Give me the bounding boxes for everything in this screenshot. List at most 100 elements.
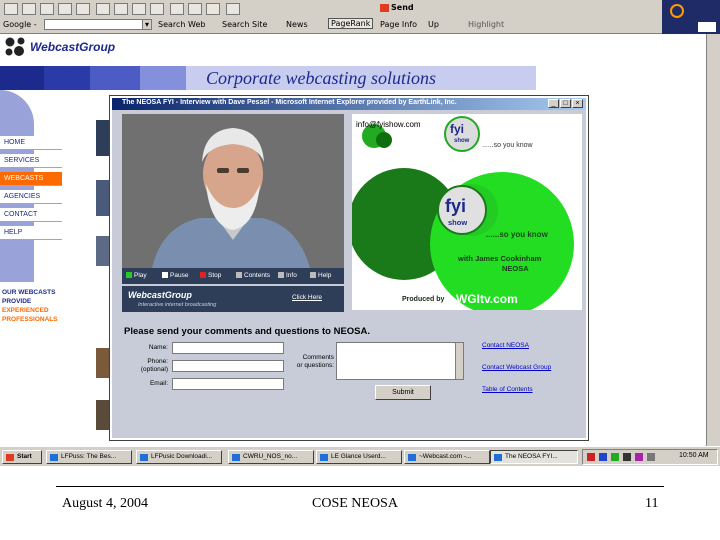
print-icon[interactable] [170, 3, 184, 15]
browser-toolbar: Send Google - ▾ Search Web Search Site N… [0, 0, 662, 34]
nav-item-agencies[interactable]: AGENCIES [0, 190, 62, 204]
contact-webcast-group-link[interactable]: Contact Webcast Group [482, 364, 551, 371]
windows-taskbar: Start LFPuss: The Bes... LFPusic Download… [0, 446, 720, 466]
favorites-icon[interactable] [114, 3, 128, 15]
submit-button[interactable]: Submit [375, 385, 431, 400]
taskbar-task-button[interactable]: LFPusic Downloadi... [136, 450, 222, 464]
comments-textarea[interactable] [336, 342, 464, 380]
promo-text: OUR WEBCASTS PROVIDE EXPERIENCED PROFESS… [2, 288, 58, 324]
news-label: News [286, 20, 308, 29]
tagline-large: ......so you know [486, 230, 548, 239]
tray-icon[interactable] [599, 453, 607, 461]
google-toolbar-label[interactable]: Google - [3, 20, 37, 29]
tray-icon[interactable] [623, 453, 631, 461]
nav-item-help[interactable]: HELP [0, 226, 62, 240]
banner-ad-link[interactable]: Click Here [292, 294, 322, 301]
tray-icon[interactable] [587, 453, 595, 461]
news-button[interactable]: News [286, 20, 308, 29]
search-site-button[interactable]: Search Site [222, 20, 267, 29]
taskbar-task-button[interactable]: The NEOSA FYI... [490, 450, 578, 464]
back-icon[interactable] [4, 3, 18, 15]
email-label: Email: [149, 380, 168, 387]
control-label: Pause [170, 272, 189, 279]
page-scrollbar[interactable] [706, 34, 720, 446]
producer-logo[interactable]: WGItv.com [456, 292, 518, 306]
promo-line: EXPERIENCED [2, 307, 49, 314]
help-icon [310, 272, 316, 279]
nav-item-home[interactable]: HOME [0, 136, 62, 150]
start-button[interactable]: Start [2, 450, 42, 464]
video-player[interactable] [122, 114, 344, 268]
control-label: Play [134, 272, 147, 279]
nav-item-contact[interactable]: CONTACT [0, 208, 62, 222]
phone-field[interactable] [172, 360, 284, 372]
play-button[interactable]: Play [126, 270, 147, 282]
google-dropdown-button[interactable]: ▾ [142, 19, 152, 30]
taskbar-task-button[interactable]: LFPuss: The Bes... [46, 450, 132, 464]
slide-page-number: 11 [645, 496, 659, 511]
page-thumbnail [96, 120, 110, 156]
webcastgroup-logo-text[interactable]: WebcastGroup [30, 40, 115, 54]
highlight-label: Highlight [468, 20, 505, 29]
messenger-icon[interactable] [226, 3, 240, 15]
page-info-label: Page Info [380, 20, 418, 29]
google-search-input[interactable] [44, 19, 148, 30]
popup-titlebar[interactable]: The NEOSA FYI - Interview with Dave Pess… [112, 98, 586, 110]
email-field[interactable] [172, 378, 284, 390]
taskbar-task-button[interactable]: ~Webcast.com -... [404, 450, 490, 464]
table-of-contents-link[interactable]: Table of Contents [482, 386, 533, 393]
system-tray: 10:50 AM [582, 449, 718, 465]
host-line-2: NEOSA [502, 264, 529, 273]
questions-label: or questions: [296, 362, 334, 369]
pause-button[interactable]: Pause [162, 270, 188, 282]
send-button[interactable]: Send [380, 3, 414, 12]
stop-icon[interactable] [40, 3, 54, 15]
home-icon[interactable] [76, 3, 90, 15]
tray-icon[interactable] [611, 453, 619, 461]
name-field[interactable] [172, 342, 284, 354]
contents-button[interactable]: Contents [236, 270, 270, 282]
tray-icon[interactable] [647, 453, 655, 461]
stop-button[interactable]: Stop [200, 270, 221, 282]
window-corner [698, 22, 716, 32]
tray-icon[interactable] [635, 453, 643, 461]
app-icon [408, 454, 416, 461]
pagerank-indicator[interactable]: PageRank [328, 18, 374, 29]
webcastgroup-banner-ad[interactable]: WebcastGroup Interactive internet broadc… [122, 286, 344, 312]
fyi-logo-large: fyi [445, 196, 467, 216]
nav-item-webcasts[interactable]: WEBCASTS [0, 172, 62, 186]
search-web-button[interactable]: Search Web [158, 20, 205, 29]
maximize-button[interactable]: □ [560, 99, 571, 108]
close-button[interactable]: × [572, 99, 583, 108]
nav-item-services[interactable]: SERVICES [0, 154, 62, 168]
banner-block [44, 66, 90, 90]
edit-icon[interactable] [188, 3, 202, 15]
minimize-button[interactable]: _ [548, 99, 559, 108]
banner-block [0, 66, 44, 90]
nav-decor [0, 90, 34, 282]
textarea-scrollbar[interactable] [455, 343, 463, 379]
history-icon[interactable] [132, 3, 146, 15]
contact-neosa-link[interactable]: Contact NEOSA [482, 342, 529, 349]
forward-icon[interactable] [22, 3, 36, 15]
up-button[interactable]: Up [428, 20, 439, 29]
taskbar-task-button[interactable]: CWRU_NOS_no... [228, 450, 314, 464]
info-icon [278, 272, 284, 279]
task-label: ~Webcast.com -... [419, 453, 472, 460]
info-button[interactable]: Info [278, 270, 297, 282]
refresh-icon[interactable] [58, 3, 72, 15]
task-label: LE Glance Userd... [331, 453, 386, 460]
help-button[interactable]: Help [310, 270, 331, 282]
discuss-icon[interactable] [206, 3, 220, 15]
show-label-small: show [454, 138, 470, 144]
slide-footer-title: COSE NEOSA [312, 496, 398, 511]
mail-icon[interactable] [150, 3, 164, 15]
search-icon[interactable] [96, 3, 110, 15]
taskbar-task-button[interactable]: LE Glance Userd... [316, 450, 402, 464]
app-icon [320, 454, 328, 461]
page-info-button[interactable]: Page Info [380, 20, 417, 29]
tray-clock[interactable]: 10:50 AM [679, 452, 709, 459]
highlight-button[interactable]: Highlight [468, 20, 504, 29]
app-icon [232, 454, 240, 461]
fyi-logo-small: fyi [450, 122, 465, 136]
